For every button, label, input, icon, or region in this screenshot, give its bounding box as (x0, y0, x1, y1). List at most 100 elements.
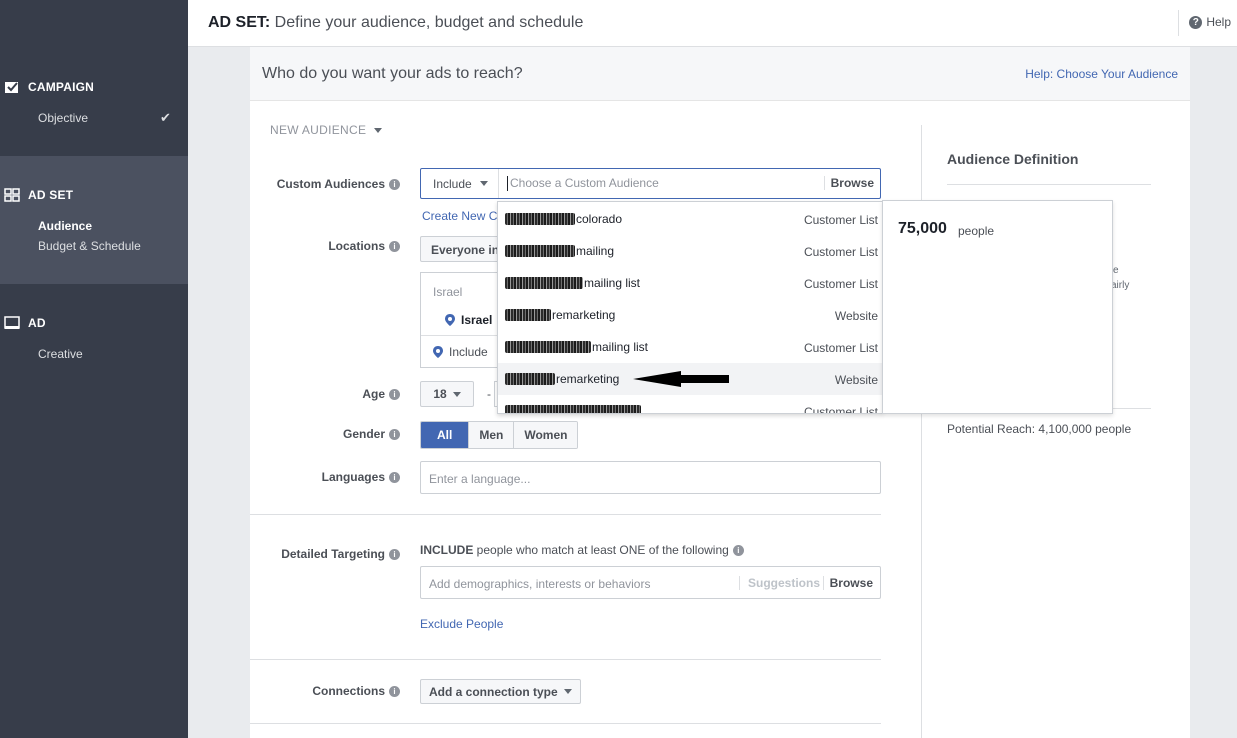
sidebar-section-ad[interactable]: AD Creative (0, 304, 188, 384)
audience-text-fragment: e (1113, 265, 1119, 276)
sidebar-section-campaign[interactable]: CAMPAIGN Objective ✔ (0, 68, 188, 156)
sidebar-section-adset[interactable]: AD SET Audience Budget & Schedule (0, 156, 188, 284)
info-icon[interactable]: i (389, 685, 400, 697)
option-name: mailing list (592, 340, 649, 354)
custom-audience-field[interactable]: Include Choose a Custom Audience Browse (420, 168, 881, 199)
pointer-arrow-icon (633, 371, 729, 387)
info-icon[interactable]: i (389, 388, 400, 400)
info-icon[interactable]: i (389, 471, 400, 483)
include-dropdown[interactable]: Include (421, 169, 499, 198)
redacted-name (505, 213, 575, 225)
audience-definition-title: Audience Definition (947, 151, 1079, 167)
ad-monitor-icon (4, 316, 20, 330)
create-new-custom-audience-link[interactable]: Create New C (422, 209, 497, 223)
gender-selector: All Men Women (420, 421, 579, 449)
location-include-dropdown[interactable]: Include (433, 345, 488, 359)
sidebar-item-budget-schedule[interactable]: Budget & Schedule (38, 239, 141, 253)
sidebar-item-creative[interactable]: Creative (38, 347, 83, 361)
exclude-people-link[interactable]: Exclude People (420, 617, 503, 631)
detailed-targeting-input[interactable]: Add demographics, interests or behaviors… (420, 566, 881, 599)
custom-audience-option[interactable]: mailing list Customer List (498, 267, 882, 299)
locations-label: Locations i (250, 239, 400, 253)
checkmark-icon: ✔ (160, 110, 171, 125)
add-connection-type-dropdown[interactable]: Add a connection type (420, 679, 581, 704)
audience-size-unit: people (958, 224, 995, 238)
header-divider (1178, 10, 1179, 36)
redacted-name (505, 277, 583, 289)
option-type: Customer List (803, 341, 878, 355)
detailed-targeting-description: INCLUDE people who match at least ONE of… (420, 543, 744, 557)
location-pin-icon (433, 346, 443, 358)
info-icon[interactable]: i (389, 548, 400, 560)
sidebar-item-objective[interactable]: Objective (38, 111, 88, 125)
info-icon[interactable]: i (389, 178, 400, 190)
location-country-header: Israel (433, 285, 463, 299)
sidebar-header-adset[interactable]: AD SET (4, 188, 73, 202)
custom-audience-option[interactable]: colorado Customer List (498, 203, 882, 235)
info-icon[interactable]: i (389, 428, 400, 440)
sidebar-header-campaign[interactable]: CAMPAIGN (4, 80, 94, 94)
top-header: AD SET: Define your audience, budget and… (188, 0, 1237, 47)
option-type: Customer List (803, 277, 878, 291)
custom-audiences-label: Custom Audiences i (250, 177, 400, 191)
browse-button[interactable]: Browse (822, 576, 873, 590)
chevron-down-icon (479, 181, 488, 186)
selected-location[interactable]: Israel (445, 313, 492, 327)
location-pin-icon (445, 314, 455, 326)
redacted-name (505, 373, 555, 385)
option-type: Customer List (803, 213, 878, 227)
detailed-targeting-placeholder: Add demographics, interests or behaviors (429, 577, 651, 591)
browse-button[interactable]: Browse (823, 176, 874, 190)
sidebar-item-audience[interactable]: Audience (38, 219, 92, 233)
option-type: Website (834, 309, 878, 323)
redacted-name (505, 341, 591, 353)
gender-all-button[interactable]: All (421, 422, 470, 448)
option-type: Website (834, 373, 878, 387)
info-icon[interactable]: i (389, 240, 400, 252)
age-min-dropdown[interactable]: 18 (420, 381, 474, 407)
location-type-dropdown[interactable]: Everyone in (420, 236, 500, 262)
gender-men-button[interactable]: Men (469, 422, 515, 448)
custom-audience-option[interactable]: Customer List (498, 395, 882, 414)
option-name: remarketing (552, 308, 616, 322)
suggestions-button[interactable]: Suggestions (738, 576, 820, 590)
potential-reach: Potential Reach: 4,100,000 people (947, 422, 1132, 436)
redacted-name (505, 405, 641, 413)
custom-audience-option[interactable]: mailing list Customer List (498, 331, 882, 363)
option-name: remarketing (556, 372, 620, 386)
info-icon[interactable]: i (732, 544, 744, 556)
custom-audience-dropdown: colorado Customer List mailing Customer Lis… (497, 201, 883, 414)
divider (250, 514, 881, 515)
option-name: colorado (576, 212, 623, 226)
option-type: Customer List (803, 245, 878, 259)
sidebar-header-ad[interactable]: AD (4, 316, 46, 330)
age-dash: - (487, 387, 491, 401)
right-gutter (1190, 47, 1237, 738)
new-audience-dropdown[interactable]: NEW AUDIENCE (270, 123, 383, 137)
campaign-checkbox-icon (4, 80, 20, 94)
help-icon: ? (1189, 15, 1203, 29)
custom-audience-option[interactable]: remarketing Website (498, 363, 882, 395)
audience-size-panel: 75,000 people (882, 200, 1113, 414)
sidebar-adset-title: AD SET (28, 188, 74, 202)
gender-label: Gender i (250, 427, 400, 441)
custom-audience-option[interactable]: remarketing Website (498, 299, 882, 331)
help-choose-audience-link[interactable]: Help: Choose Your Audience (1025, 67, 1178, 81)
detailed-targeting-label: Detailed Targeting i (250, 547, 400, 561)
redacted-name (505, 309, 551, 321)
chevron-down-icon (374, 128, 383, 134)
option-type: Customer List (803, 405, 878, 414)
divider (947, 184, 1151, 185)
option-name: mailing list (584, 276, 641, 290)
card-header: Who do you want your ads to reach? Help:… (250, 47, 1190, 101)
language-input[interactable]: Enter a language... (420, 461, 881, 494)
custom-audience-option[interactable]: mailing Customer List (498, 235, 882, 267)
sidebar-campaign-title: CAMPAIGN (28, 80, 95, 94)
divider (250, 723, 881, 724)
age-label: Age i (250, 387, 400, 401)
languages-label: Languages i (250, 470, 400, 484)
divider (250, 659, 881, 660)
custom-audience-input[interactable]: Choose a Custom Audience (507, 176, 659, 191)
gender-women-button[interactable]: Women (514, 422, 578, 448)
help-button[interactable]: ? Help (1189, 15, 1231, 29)
